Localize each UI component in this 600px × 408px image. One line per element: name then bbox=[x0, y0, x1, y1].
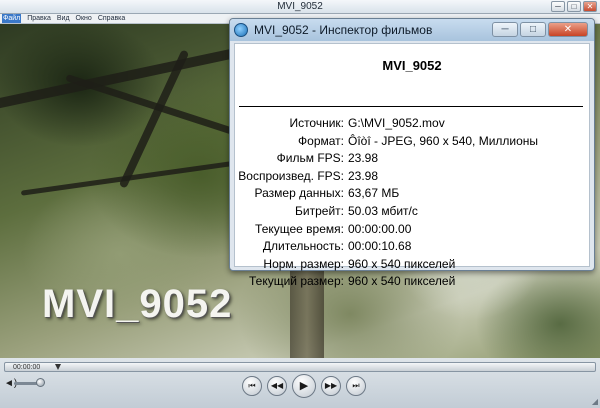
timeline-scrubber-track[interactable]: 00:00:00 bbox=[4, 362, 596, 372]
quicktime-icon bbox=[234, 23, 248, 37]
inspector-title: MVI_9052 - Инспектор фильмов bbox=[254, 23, 433, 37]
playhead[interactable] bbox=[55, 364, 61, 370]
property-value: 960 x 540 пикселей bbox=[348, 256, 456, 271]
video-caption: MVI_9052 bbox=[42, 282, 233, 326]
property-row: Источник: G:\MVI_9052.mov bbox=[235, 115, 591, 133]
property-value: G:\MVI_9052.mov bbox=[348, 116, 445, 130]
property-value: 00:00:10.68 bbox=[348, 239, 412, 254]
player-controls: 00:00:00 ◄) ⏮ ◀◀ ▶ ▶▶ ⏭ ◢ bbox=[0, 358, 600, 408]
property-label: Битрейт: bbox=[295, 203, 344, 218]
resize-grip-icon[interactable]: ◢ bbox=[592, 397, 598, 406]
property-row: Длительность: 00:00:10.68 bbox=[235, 238, 591, 256]
property-row: Битрейт: 50.03 мбит/с bbox=[235, 203, 591, 221]
inspector-window-buttons: ─ □ ✕ bbox=[492, 22, 588, 37]
tree-branch bbox=[20, 157, 260, 196]
property-row: Воспроизвед. FPS: 23.98 bbox=[235, 168, 591, 186]
property-value: 960 x 540 пикселей bbox=[348, 274, 456, 289]
property-row: Фильм FPS: 23.98 bbox=[235, 150, 591, 168]
volume-knob[interactable] bbox=[36, 378, 45, 387]
rewind-button[interactable]: ◀◀ bbox=[267, 376, 287, 396]
property-label: Фильм FPS: bbox=[276, 151, 344, 166]
menu-edit[interactable]: Правка bbox=[27, 14, 51, 23]
menu-file[interactable]: Файл bbox=[2, 14, 22, 23]
play-button[interactable]: ▶ bbox=[292, 374, 316, 398]
transport-buttons: ⏮ ◀◀ ▶ ▶▶ ⏭ bbox=[242, 374, 366, 398]
property-label: Длительность: bbox=[262, 239, 344, 254]
property-value: 23.98 bbox=[348, 151, 379, 166]
property-row: Формат: Ôîòî - JPEG, 960 x 540, Миллионы bbox=[235, 133, 591, 151]
menu-window[interactable]: Окно bbox=[76, 14, 92, 23]
player-titlebar: MVI_9052 ─ □ ✕ bbox=[0, 0, 600, 14]
property-value: Ôîòî - JPEG, 960 x 540, Миллионы bbox=[348, 133, 539, 148]
property-label: Размер данных: bbox=[254, 186, 344, 201]
property-value: 23.98 bbox=[348, 168, 379, 183]
property-row: Текущее время: 00:00:00.00 bbox=[235, 221, 591, 239]
player-window-buttons: ─ □ ✕ bbox=[551, 1, 597, 12]
skip-back-button[interactable]: ⏮ bbox=[242, 376, 262, 396]
player-window-title: MVI_9052 bbox=[277, 1, 323, 12]
movie-inspector-window: MVI_9052 - Инспектор фильмов ─ □ ✕ MVI_9… bbox=[229, 18, 595, 288]
player-close-button[interactable]: ✕ bbox=[583, 1, 597, 12]
time-readout: 00:00:00 bbox=[13, 364, 41, 371]
property-label: Формат: bbox=[298, 133, 344, 148]
menu-help[interactable]: Справка bbox=[98, 14, 125, 23]
property-label: Источник: bbox=[289, 116, 344, 130]
inspector-properties: Источник: G:\MVI_9052.mov Формат: Ôîòî -… bbox=[235, 115, 591, 291]
inspector-minimize-button[interactable]: ─ bbox=[492, 22, 518, 37]
player-maximize-button[interactable]: □ bbox=[567, 1, 581, 12]
inspector-body: MVI_9052 Источник: G:\MVI_9052.mov Форма… bbox=[234, 43, 590, 288]
menu-view[interactable]: Вид bbox=[57, 14, 70, 23]
property-value: 50.03 мбит/с bbox=[348, 203, 418, 218]
property-label: Текущий размер: bbox=[249, 274, 344, 289]
property-value: 63,67 МБ bbox=[348, 186, 400, 201]
property-row: Текущий размер: 960 x 540 пикселей bbox=[235, 273, 591, 291]
skip-forward-button[interactable]: ⏭ bbox=[346, 376, 366, 396]
inspector-titlebar[interactable]: MVI_9052 - Инспектор фильмов ─ □ ✕ bbox=[230, 19, 594, 41]
property-row: Норм. размер: 960 x 540 пикселей bbox=[235, 256, 591, 274]
fast-forward-button[interactable]: ▶▶ bbox=[321, 376, 341, 396]
property-value: 00:00:00.00 bbox=[348, 221, 412, 236]
inspector-heading: MVI_9052 bbox=[382, 58, 442, 73]
player-minimize-button[interactable]: ─ bbox=[551, 1, 565, 12]
inspector-divider bbox=[239, 106, 583, 107]
inspector-maximize-button[interactable]: □ bbox=[520, 22, 546, 37]
inspector-close-button[interactable]: ✕ bbox=[548, 22, 588, 37]
property-row: Размер данных: 63,67 МБ bbox=[235, 185, 591, 203]
property-label: Воспроизвед. FPS: bbox=[238, 168, 344, 183]
property-label: Текущее время: bbox=[255, 221, 344, 236]
property-label: Норм. размер: bbox=[263, 256, 344, 271]
